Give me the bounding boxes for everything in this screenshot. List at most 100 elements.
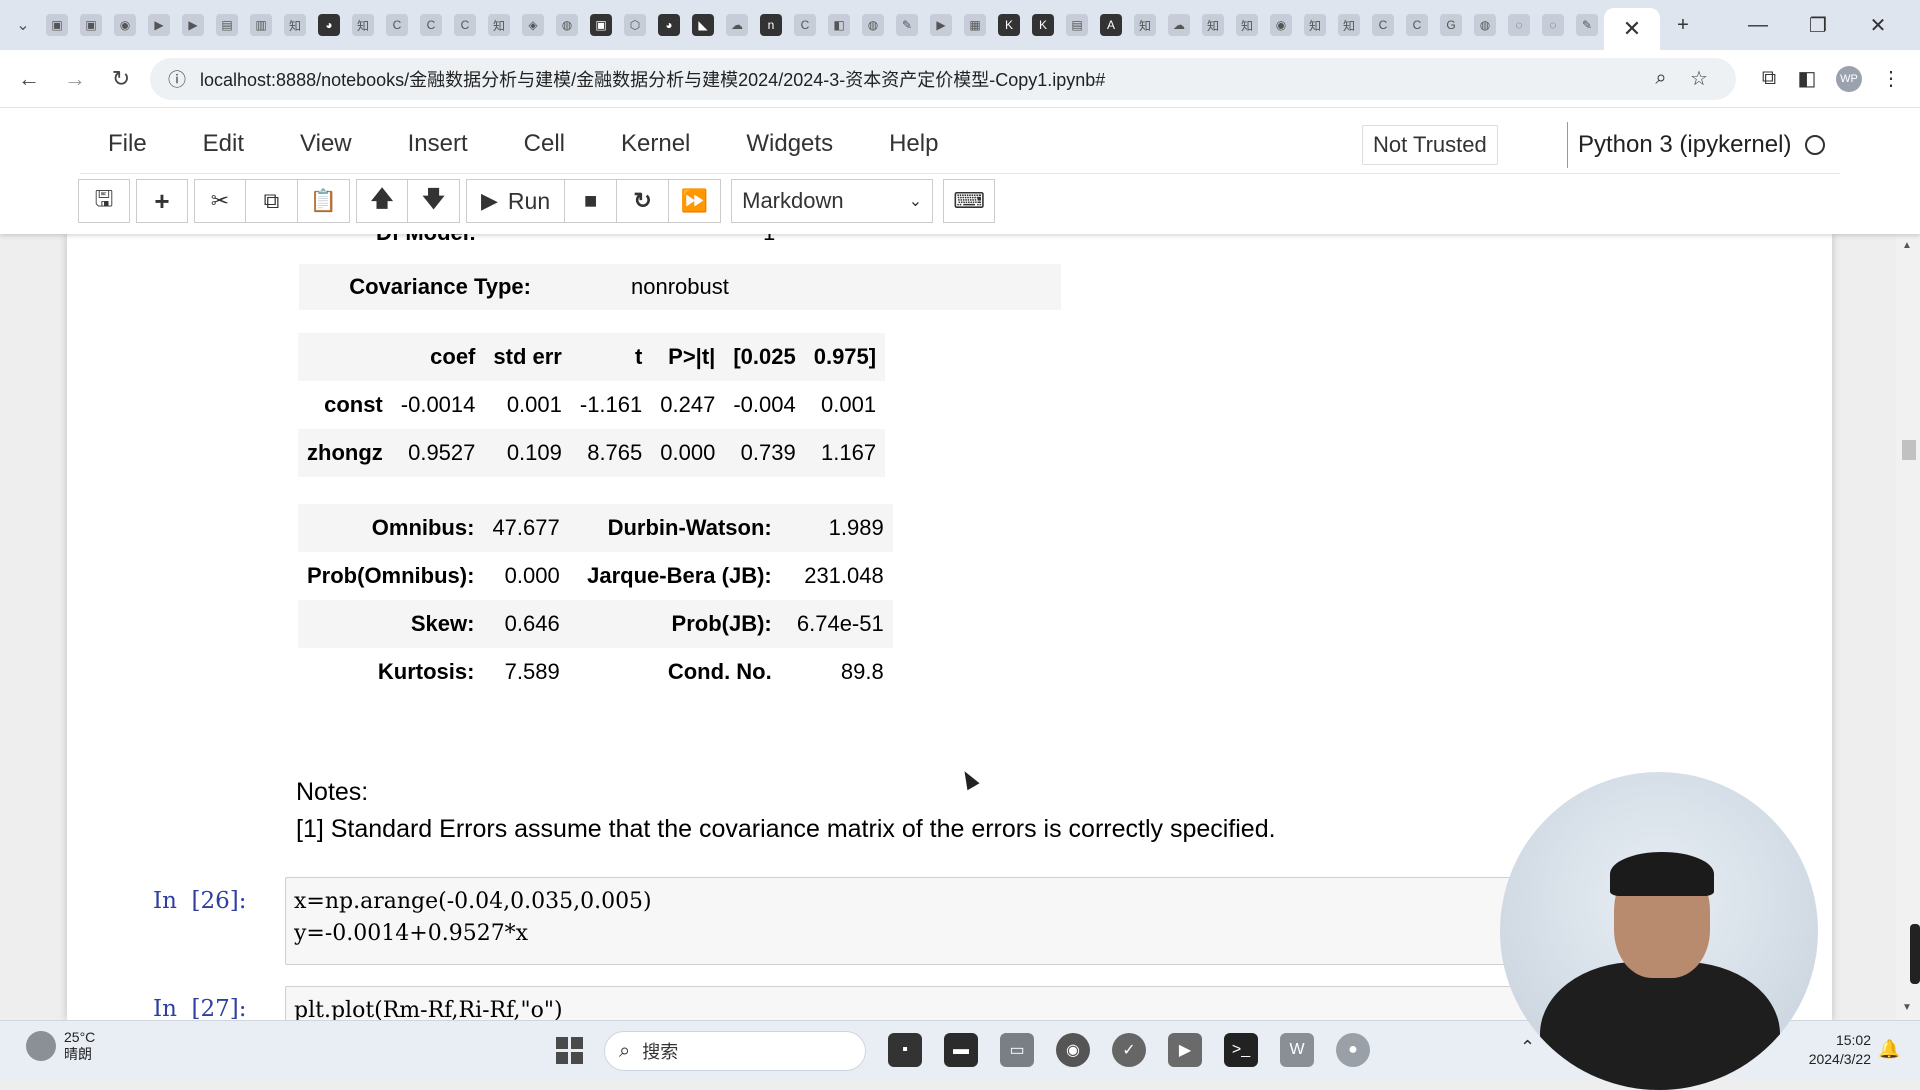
cut-button[interactable]: ✂ — [194, 179, 246, 223]
active-tab[interactable]: ✕ — [1604, 8, 1660, 50]
scroll-down-icon[interactable]: ▼ — [1902, 1002, 1912, 1013]
close-window-button[interactable]: ✕ — [1848, 13, 1908, 38]
restart-button[interactable]: ↻ — [617, 179, 670, 223]
tab-favicon[interactable]: G — [1440, 14, 1462, 36]
scroll-up-icon[interactable]: ▲ — [1902, 240, 1912, 251]
terminal-app-icon[interactable]: ▬ — [944, 1033, 978, 1067]
tab-favicon[interactable]: C — [794, 14, 816, 36]
reload-icon[interactable]: ↻ — [98, 66, 144, 92]
tab-favicon[interactable]: ☁ — [1168, 14, 1190, 36]
tab-favicon[interactable]: ▤ — [216, 14, 238, 36]
tab-favicon[interactable]: ▦ — [964, 14, 986, 36]
not-trusted-button[interactable]: Not Trusted — [1362, 125, 1498, 165]
tab-favicon[interactable]: A — [1100, 14, 1122, 36]
tab-favicon[interactable]: ◣ — [692, 14, 714, 36]
copy-button[interactable]: ⧉ — [246, 179, 298, 223]
app-icon[interactable]: ▶ — [1168, 1033, 1202, 1067]
tab-favicon[interactable]: ▣ — [80, 14, 102, 36]
move-down-button[interactable]: 🡇 — [408, 179, 460, 223]
tab-favicon[interactable]: ◍ — [1474, 14, 1496, 36]
tab-favicon[interactable]: ◌ — [1508, 14, 1530, 36]
menu-help[interactable]: Help — [861, 130, 966, 158]
menu-file[interactable]: File — [80, 130, 175, 158]
tab-favicon[interactable]: ◧ — [828, 14, 850, 36]
tab-favicon[interactable]: ▣ — [590, 14, 612, 36]
sidebar-icon[interactable]: ◧ — [1788, 66, 1826, 91]
tab-favicon[interactable]: 知 — [284, 14, 306, 36]
tab-favicon[interactable]: ▶ — [148, 14, 170, 36]
back-arrow-icon[interactable]: ← — [6, 66, 52, 92]
tab-list-chevron-icon[interactable]: ⌄ — [12, 14, 34, 36]
save-button[interactable]: 🖫 — [78, 179, 130, 223]
tab-favicon[interactable]: ◌ — [1542, 14, 1564, 36]
app-icon[interactable]: ● — [1336, 1033, 1370, 1067]
zoom-icon[interactable]: ⌕ — [1642, 67, 1680, 90]
menu-view[interactable]: View — [272, 130, 380, 158]
chrome-icon[interactable]: ◉ — [1056, 1033, 1090, 1067]
tab-favicon[interactable]: 知 — [1338, 14, 1360, 36]
tab-favicon[interactable]: ◍ — [862, 14, 884, 36]
insert-cell-button[interactable]: + — [136, 179, 188, 223]
tab-favicon[interactable]: ▶ — [182, 14, 204, 36]
bookmark-star-icon[interactable]: ☆ — [1680, 66, 1718, 91]
restart-run-all-button[interactable]: ⏩ — [669, 179, 722, 223]
scroll-thumb[interactable] — [1902, 440, 1916, 460]
tab-favicon[interactable]: ⬡ — [624, 14, 646, 36]
tab-favicon[interactable]: ✎ — [896, 14, 918, 36]
url-text[interactable]: localhost:8888/notebooks/金融数据分析与建模/金融数据分… — [200, 66, 1642, 92]
code-cell[interactable]: plt.plot(Rm-Rf,Ri-Rf,"o") — [285, 986, 1545, 1020]
tab-favicon[interactable]: ▤ — [1066, 14, 1088, 36]
code-cell[interactable]: x=np.arange(-0.04,0.035,0.005) y=-0.0014… — [285, 877, 1545, 965]
cell-type-select[interactable]: Markdown ⌄ — [731, 179, 934, 223]
wps-icon[interactable]: W — [1280, 1033, 1314, 1067]
paste-button[interactable]: 📋 — [298, 179, 350, 223]
system-clock[interactable]: 15:02 2024/3/22 — [1795, 1031, 1871, 1069]
app-icon[interactable]: ✓ — [1112, 1033, 1146, 1067]
weather-widget[interactable]: 25°C 晴朗 — [26, 1029, 95, 1063]
tab-favicon[interactable]: 知 — [1304, 14, 1326, 36]
tab-favicon[interactable]: C — [454, 14, 476, 36]
github-icon[interactable]: ◕ — [658, 14, 680, 36]
page-scrollbar[interactable]: ▲ ▼ — [1896, 234, 1920, 1020]
tray-overflow-icon[interactable]: ⌃ — [1520, 1037, 1535, 1058]
tab-favicon[interactable]: C — [1406, 14, 1428, 36]
maximize-button[interactable]: ❐ — [1788, 13, 1848, 38]
tab-favicon[interactable]: K — [998, 14, 1020, 36]
tab-favicon[interactable]: C — [386, 14, 408, 36]
tab-favicon[interactable]: 知 — [352, 14, 374, 36]
tab-favicon[interactable]: ◍ — [556, 14, 578, 36]
move-up-button[interactable]: 🡅 — [356, 179, 408, 223]
menu-edit[interactable]: Edit — [175, 130, 272, 158]
tab-favicon[interactable]: ▣ — [46, 14, 68, 36]
tab-favicon[interactable]: n — [760, 14, 782, 36]
site-info-icon[interactable]: ⓘ — [168, 66, 186, 92]
url-field[interactable]: ⓘ localhost:8888/notebooks/金融数据分析与建模/金融数… — [150, 57, 1736, 100]
tab-favicon[interactable]: 知 — [488, 14, 510, 36]
scroll-thumb-secondary[interactable] — [1910, 924, 1920, 984]
tab-favicon[interactable]: K — [1032, 14, 1054, 36]
start-button[interactable] — [556, 1037, 584, 1065]
tab-favicon[interactable]: ▥ — [250, 14, 272, 36]
forward-arrow-icon[interactable]: → — [52, 66, 98, 92]
menu-kernel[interactable]: Kernel — [593, 130, 718, 158]
kernel-indicator[interactable]: Python 3 (ipykernel) — [1567, 122, 1826, 168]
tab-favicon[interactable]: ◉ — [114, 14, 136, 36]
terminal-icon[interactable]: >_ — [1224, 1033, 1258, 1067]
browser-menu-icon[interactable]: ⋮ — [1872, 66, 1910, 91]
tab-favicon[interactable]: ☁ — [726, 14, 748, 36]
profile-avatar[interactable]: WP — [1836, 65, 1862, 92]
menu-insert[interactable]: Insert — [380, 130, 496, 158]
tab-favicon[interactable]: C — [420, 14, 442, 36]
github-icon[interactable]: ◕ — [318, 14, 340, 36]
tab-favicon[interactable]: ▶ — [930, 14, 952, 36]
tab-favicon[interactable]: ◈ — [522, 14, 544, 36]
notification-bell-icon[interactable]: 🔔 — [1878, 1039, 1900, 1060]
tab-favicon[interactable]: 知 — [1202, 14, 1224, 36]
menu-widgets[interactable]: Widgets — [718, 130, 861, 158]
tab-close-icon[interactable]: ✕ — [1623, 16, 1641, 42]
run-button[interactable]: ▶ Run — [466, 179, 566, 223]
tab-favicon[interactable]: C — [1372, 14, 1394, 36]
tab-favicon[interactable]: ✎ — [1576, 14, 1598, 36]
taskbar-search[interactable]: ⌕ 搜索 — [604, 1031, 866, 1071]
file-explorer-icon[interactable]: ▭ — [1000, 1033, 1034, 1067]
